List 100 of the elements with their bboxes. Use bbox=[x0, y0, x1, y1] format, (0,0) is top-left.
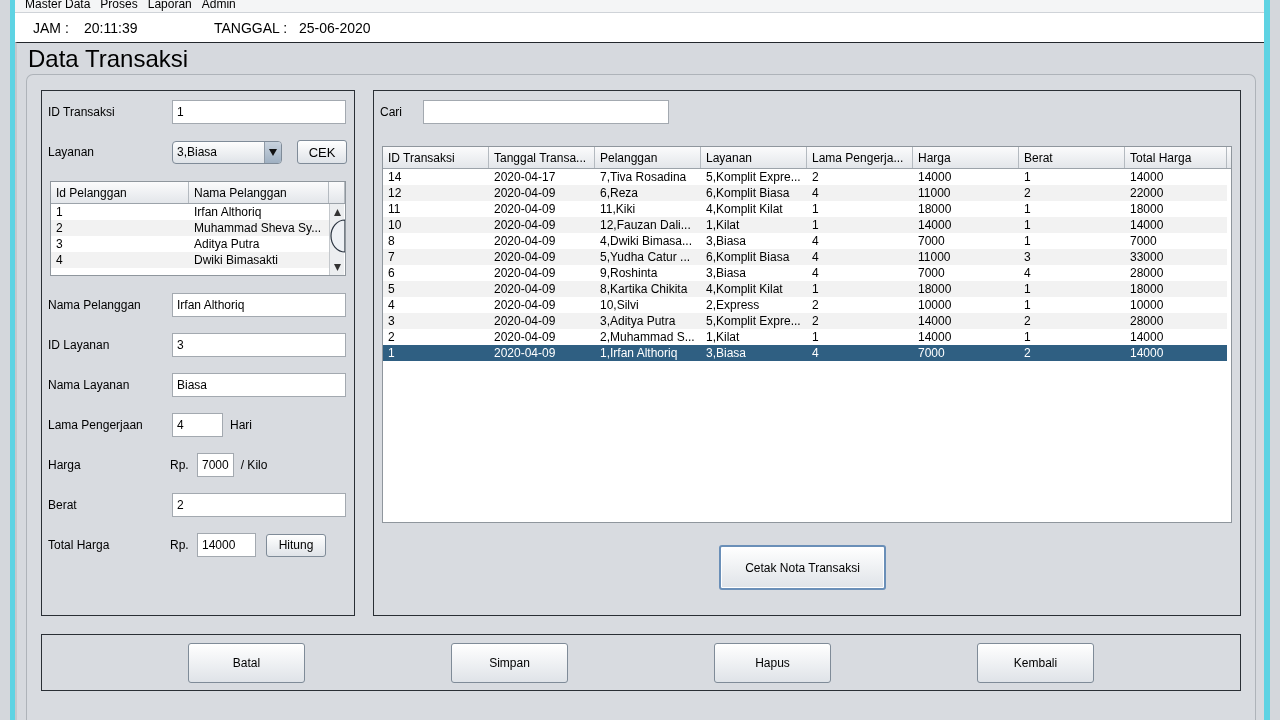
table-cell-text: 1 bbox=[811, 201, 820, 217]
scroll-down-icon[interactable] bbox=[332, 263, 342, 272]
table-cell-text: 2 bbox=[811, 313, 820, 329]
scroll-thumb-icon[interactable] bbox=[329, 219, 345, 253]
table-cell-text: 18000 bbox=[917, 201, 953, 217]
table-cell-text: 2 bbox=[1023, 313, 1032, 329]
calculate-button[interactable]: Hitung bbox=[266, 533, 326, 557]
action-button[interactable]: Hapus bbox=[714, 642, 831, 683]
table-row[interactable]: 3 2020-04-09 3,Aditya Putra 5,Komplit Expre... 2 14000 2 28000 bbox=[383, 313, 1227, 329]
table-row[interactable]: 8 2020-04-09 4,Dwiki Bimasa... 3,Biasa 4 7000 1 7000 bbox=[383, 233, 1227, 249]
input-field[interactable]: 7000 bbox=[197, 453, 234, 477]
table-cell-text: 8,Kartika Chikita bbox=[599, 281, 689, 297]
input-field[interactable]: Irfan Althoriq bbox=[172, 293, 346, 317]
menu-item[interactable]: Laporan bbox=[147, 0, 192, 12]
table-row[interactable]: 10 2020-04-09 12,Fauzan Dali... 1,Kilat 1 14000 1 14000 bbox=[383, 217, 1227, 233]
input-field[interactable]: 1 bbox=[172, 100, 346, 124]
table-cell-text: 14000 bbox=[1129, 217, 1165, 233]
service-dropdown[interactable]: 3,Biasa bbox=[172, 140, 282, 164]
input-field[interactable]: 14000 bbox=[197, 533, 256, 557]
field-label: Nama Layanan bbox=[48, 378, 131, 392]
menu-item[interactable]: Admin bbox=[201, 0, 236, 12]
table-row[interactable]: 12 2020-04-09 6,Reza 6,Komplit Biasa 4 11000 2 22000 bbox=[383, 185, 1227, 201]
check-button[interactable]: CEK bbox=[297, 140, 347, 164]
table-cell-text: 9,Roshinta bbox=[599, 265, 659, 281]
column-header[interactable]: Pelanggan bbox=[595, 147, 701, 168]
table-cell-text: 18000 bbox=[1129, 201, 1165, 217]
field-label: Berat bbox=[48, 498, 78, 512]
search-label: Cari bbox=[380, 105, 403, 119]
table-cell-text: 7,Tiva Rosadina bbox=[599, 169, 688, 185]
table-cell-text: 4 bbox=[387, 297, 396, 313]
table-cell-text: 1 bbox=[811, 281, 820, 297]
date-label: TANGGAL : bbox=[214, 19, 289, 36]
table-cell-text: 1 bbox=[1023, 329, 1032, 345]
table-cell-text: 33000 bbox=[1129, 249, 1165, 265]
field-label: ID Layanan bbox=[48, 338, 111, 352]
field-label: Lama Pengerjaan bbox=[48, 418, 144, 432]
table-cell-text: 7000 bbox=[917, 345, 946, 361]
table-cell-text: 1 bbox=[1023, 233, 1032, 249]
table-cell-text: 4 bbox=[55, 252, 64, 268]
column-header[interactable]: Layanan bbox=[701, 147, 807, 168]
table-cell-text: 7000 bbox=[1129, 233, 1158, 249]
column-header[interactable]: Tanggal Transa... bbox=[489, 147, 595, 168]
table-cell-text: 3 bbox=[1023, 249, 1032, 265]
currency-label: Rp. bbox=[170, 458, 190, 472]
table-cell-text: 1 bbox=[811, 217, 820, 233]
column-header[interactable]: ID Transaksi bbox=[383, 147, 489, 168]
column-header[interactable]: Id Pelanggan bbox=[51, 182, 189, 203]
action-button[interactable]: Simpan bbox=[451, 642, 568, 683]
table-row[interactable]: 1 2020-04-09 1,Irfan Althoriq 3,Biasa 4 7000 2 14000 bbox=[383, 345, 1227, 361]
table-row[interactable]: 14 2020-04-17 7,Tiva Rosadina 5,Komplit Expre... 2 14000 1 14000 bbox=[383, 169, 1227, 185]
table-row[interactable]: 2 2020-04-09 2,Muhammad S... 1,Kilat 1 14000 1 14000 bbox=[383, 329, 1227, 345]
input-field[interactable]: 3 bbox=[172, 333, 346, 357]
table-cell-text: 4,Komplit Kilat bbox=[705, 201, 784, 217]
action-button[interactable]: Kembali bbox=[977, 642, 1094, 683]
table-row[interactable]: 5 2020-04-09 8,Kartika Chikita 4,Komplit Kilat 1 18000 1 18000 bbox=[383, 281, 1227, 297]
table-cell-text: 2 bbox=[1023, 185, 1032, 201]
column-header[interactable]: Berat bbox=[1019, 147, 1125, 168]
scroll-up-icon[interactable] bbox=[332, 208, 342, 217]
print-button[interactable]: Cetak Nota Transaksi bbox=[719, 545, 886, 590]
table-cell-text: 2,Muhammad S... bbox=[599, 329, 696, 345]
table-cell-text: 2020-04-09 bbox=[493, 313, 557, 329]
table-cell-text: 11,Kiki bbox=[599, 201, 637, 217]
input-field[interactable]: 4 bbox=[172, 413, 223, 437]
table-cell-text: 1 bbox=[1023, 297, 1032, 313]
table-cell-text: 5,Yudha Catur ... bbox=[599, 249, 692, 265]
search-field[interactable] bbox=[423, 100, 669, 124]
table-cell-text: 2020-04-09 bbox=[493, 201, 557, 217]
table-cell-text: 2,Express bbox=[705, 297, 761, 313]
table-cell-text: Irfan Althoriq bbox=[193, 204, 263, 220]
time-value: 20:11:39 bbox=[84, 19, 139, 36]
table-cell-text: 1,Kilat bbox=[705, 329, 741, 345]
table-cell-text: 22000 bbox=[1129, 185, 1165, 201]
column-header[interactable]: Nama Pelanggan bbox=[189, 182, 329, 203]
scrollbar[interactable] bbox=[329, 204, 344, 275]
caret-icon[interactable] bbox=[269, 148, 277, 156]
unit-label: Hari bbox=[230, 418, 253, 432]
table-cell-text: 14000 bbox=[1129, 329, 1165, 345]
table-row[interactable]: 7 2020-04-09 5,Yudha Catur ... 6,Komplit Biasa 4 11000 3 33000 bbox=[383, 249, 1227, 265]
table-cell-text: 4 bbox=[811, 265, 820, 281]
table-row[interactable]: 6 2020-04-09 9,Roshinta 3,Biasa 4 7000 4 28000 bbox=[383, 265, 1227, 281]
action-button[interactable]: Batal bbox=[188, 642, 305, 683]
table-cell-text: Aditya Putra bbox=[193, 236, 261, 252]
table-cell-text: 1,Irfan Althoriq bbox=[599, 345, 679, 361]
column-header[interactable]: Harga bbox=[913, 147, 1019, 168]
table-cell-text: 4 bbox=[811, 249, 820, 265]
table-row[interactable]: 4 2020-04-09 10,Silvi 2,Express 2 10000 1 10000 bbox=[383, 297, 1227, 313]
table-cell-text: 6,Reza bbox=[599, 185, 640, 201]
column-header[interactable]: Lama Pengerja... bbox=[807, 147, 913, 168]
table-cell-text: 2020-04-09 bbox=[493, 281, 557, 297]
table-row[interactable]: 11 2020-04-09 11,Kiki 4,Komplit Kilat 1 18000 1 18000 bbox=[383, 201, 1227, 217]
table-cell-text: 2020-04-17 bbox=[493, 169, 557, 185]
menu-item[interactable]: Proses bbox=[100, 0, 138, 12]
table-cell-text: 14000 bbox=[1129, 345, 1165, 361]
input-field[interactable]: Biasa bbox=[172, 373, 346, 397]
column-header[interactable]: Total Harga bbox=[1125, 147, 1227, 168]
menu-item[interactable]: Master Data bbox=[25, 0, 91, 12]
input-field[interactable]: 2 bbox=[172, 493, 346, 517]
table-cell-text: 2020-04-09 bbox=[493, 185, 557, 201]
table-cell-text: 14000 bbox=[917, 217, 953, 233]
table-cell-text: 2020-04-09 bbox=[493, 217, 557, 233]
